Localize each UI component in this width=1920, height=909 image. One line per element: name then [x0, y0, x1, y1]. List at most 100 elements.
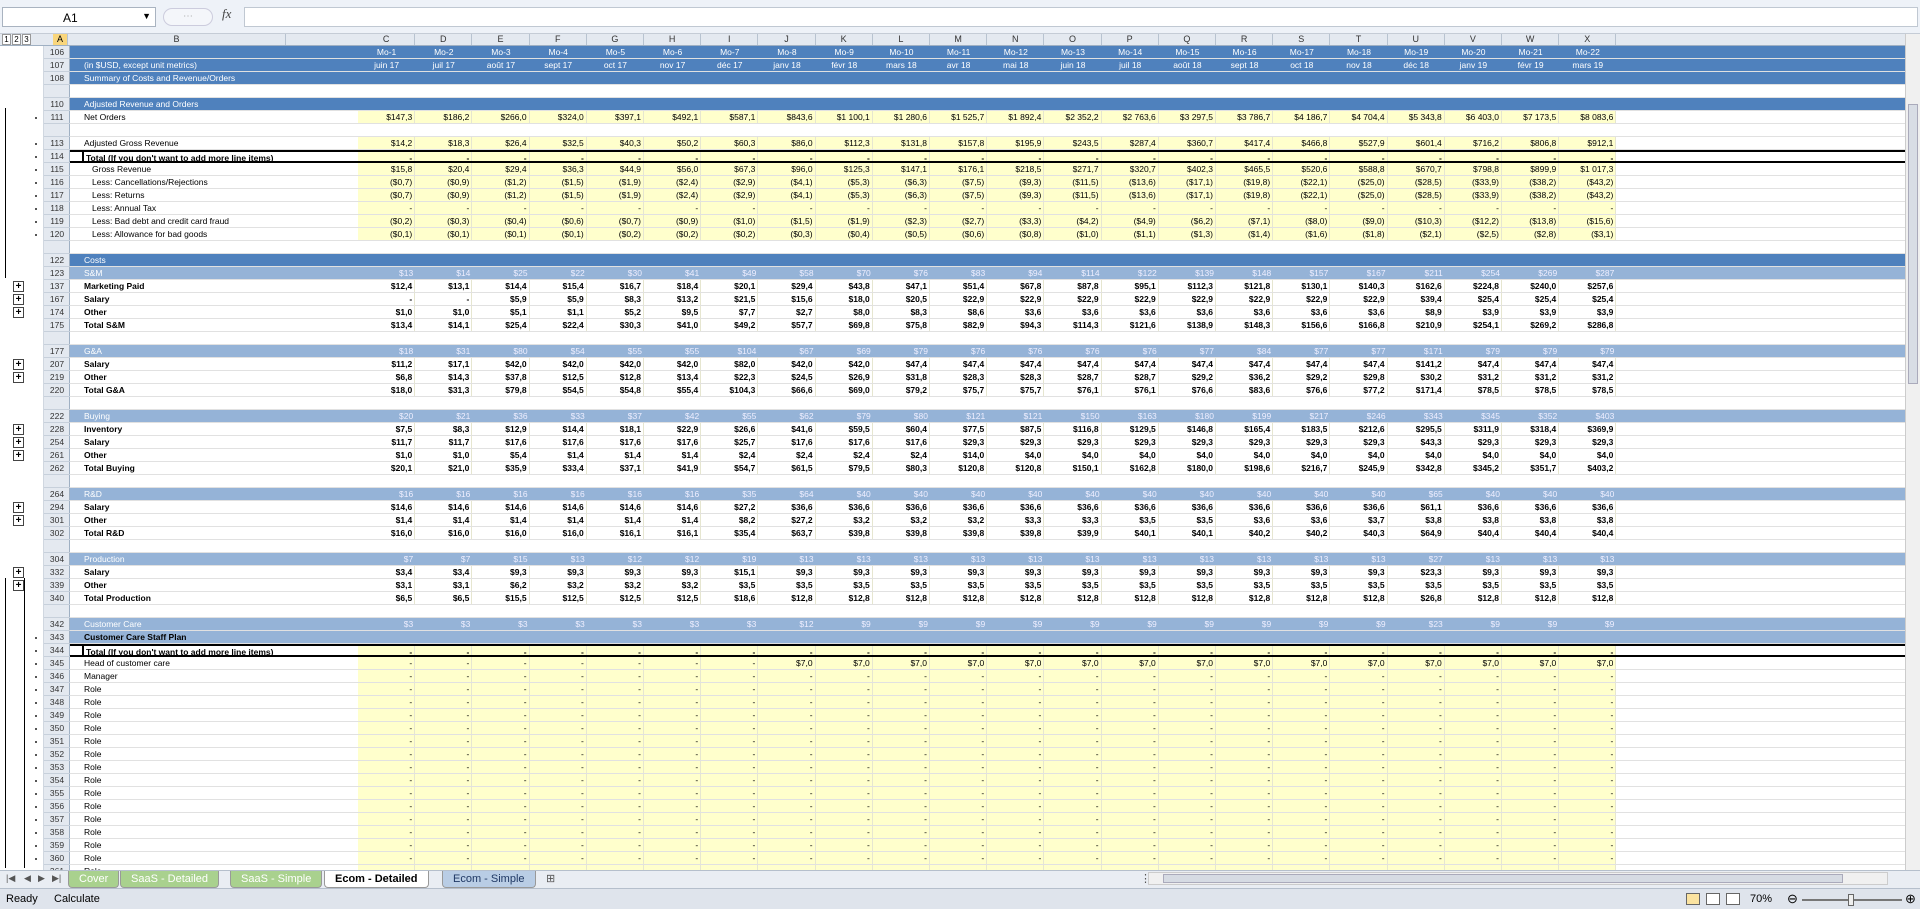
cell[interactable]: $41,6 [758, 423, 816, 435]
cell[interactable]: - [472, 657, 530, 669]
cell[interactable]: Mo-17 [1273, 46, 1330, 58]
expand-group-icon[interactable]: + [13, 450, 24, 461]
cell[interactable]: - [358, 293, 416, 305]
cell[interactable]: ($2,1) [1387, 228, 1445, 240]
cell[interactable]: - [701, 696, 759, 708]
cell[interactable]: ($19,8) [1216, 176, 1274, 188]
cell[interactable]: - [472, 202, 530, 214]
cell[interactable]: $12,8 [1559, 592, 1617, 604]
cell[interactable]: $1,4 [587, 449, 644, 461]
cell[interactable]: - [701, 813, 759, 825]
cell[interactable]: $9,3 [1559, 566, 1617, 578]
cell[interactable]: - [472, 722, 530, 734]
cell[interactable]: $28,3 [930, 371, 988, 383]
cell[interactable]: - [415, 839, 473, 851]
cell[interactable]: $75,7 [930, 384, 988, 396]
cell[interactable]: $3,9 [1559, 306, 1617, 318]
cell[interactable]: ($2,9) [701, 189, 759, 201]
column-header-f[interactable]: F [530, 34, 587, 45]
outline-level-1-button[interactable]: 1 [2, 34, 11, 45]
cell[interactable]: $112,3 [815, 137, 873, 149]
cell[interactable]: $120,8 [930, 462, 988, 474]
row-header[interactable]: 119 [44, 215, 70, 228]
cell[interactable]: - [930, 748, 988, 760]
cell[interactable]: $80,3 [873, 462, 930, 474]
cell[interactable]: $40,1 [1159, 527, 1216, 539]
cell[interactable]: $7,0 [758, 657, 816, 669]
cell[interactable]: - [472, 839, 530, 851]
cell[interactable]: $12,5 [644, 592, 702, 604]
cell[interactable]: $25,4 [1445, 293, 1502, 305]
cell[interactable]: - [701, 735, 759, 747]
cell[interactable]: - [1559, 839, 1617, 851]
cell[interactable]: - [815, 709, 873, 721]
cell[interactable]: - [701, 202, 759, 214]
cell[interactable]: - [758, 152, 816, 161]
cell[interactable]: $286,8 [1559, 319, 1617, 331]
cell[interactable]: - [586, 839, 644, 851]
row-header[interactable]: 349 [44, 709, 70, 722]
cell[interactable]: $3 [644, 618, 701, 630]
cell[interactable]: ($0,2) [644, 228, 702, 240]
cell[interactable]: ($10,3) [1387, 215, 1445, 227]
cell[interactable]: $39,8 [873, 527, 930, 539]
cell[interactable]: $62 [758, 410, 815, 422]
cell[interactable]: - [1216, 800, 1274, 812]
cell[interactable]: - [1101, 152, 1159, 161]
cell[interactable]: - [1216, 152, 1274, 161]
cell[interactable]: $13 [1273, 553, 1330, 565]
cell[interactable]: $40 [1044, 488, 1101, 500]
cell[interactable]: $76 [987, 345, 1044, 357]
page-layout-view-icon[interactable] [1706, 893, 1720, 905]
cell[interactable]: - [529, 646, 587, 655]
cell[interactable]: Mo-16 [1216, 46, 1273, 58]
cell[interactable]: $13,2 [644, 293, 702, 305]
cell[interactable]: ($1,6) [1273, 228, 1331, 240]
cell[interactable]: - [1387, 826, 1445, 838]
cell[interactable]: $47,4 [1445, 358, 1502, 370]
cell[interactable]: $3,8 [1559, 514, 1617, 526]
row-header[interactable]: 122 [44, 254, 70, 267]
cell[interactable]: ($0,9) [644, 215, 702, 227]
cell[interactable]: $3,6 [1273, 306, 1331, 318]
cell[interactable]: $79 [816, 410, 873, 422]
cell[interactable]: - [644, 670, 702, 682]
zoom-slider[interactable] [1802, 894, 1902, 906]
cell[interactable]: - [1158, 748, 1216, 760]
column-header-b[interactable]: B [68, 34, 286, 45]
cell[interactable]: - [644, 852, 702, 864]
cell[interactable]: ($0,1) [358, 228, 416, 240]
cell[interactable]: oct 17 [587, 59, 644, 71]
cell[interactable]: $183,5 [1273, 423, 1331, 435]
cell[interactable]: $40 [873, 488, 930, 500]
cell[interactable]: $18,0 [816, 293, 873, 305]
cell[interactable]: ($33,9) [1444, 189, 1502, 201]
cell[interactable]: $3,3 [987, 514, 1045, 526]
row-label[interactable]: Less: Allowance for bad goods [90, 228, 366, 240]
cell[interactable]: $147,3 [358, 111, 416, 123]
cell[interactable]: - [415, 813, 473, 825]
cell[interactable]: - [872, 152, 930, 161]
cell[interactable]: - [1559, 748, 1617, 760]
cell[interactable]: $16 [358, 488, 415, 500]
cell[interactable]: $14,6 [358, 501, 416, 513]
cell[interactable]: $345 [1445, 410, 1502, 422]
cell[interactable]: - [415, 722, 473, 734]
cell[interactable]: - [415, 657, 473, 669]
cell[interactable]: $121,8 [1216, 280, 1274, 292]
cell[interactable]: $14 [415, 267, 472, 279]
cell[interactable]: $61,5 [758, 462, 816, 474]
cell[interactable]: ($2,8) [1502, 228, 1560, 240]
row-header[interactable]: 114 [44, 150, 70, 163]
row-label[interactable]: Role [82, 696, 358, 708]
cell[interactable]: - [701, 657, 759, 669]
cell[interactable]: $180,0 [1159, 462, 1216, 474]
cell[interactable]: $40,3 [1330, 527, 1388, 539]
cell[interactable]: $4,0 [1273, 449, 1331, 461]
cell[interactable]: $55 [701, 410, 758, 422]
cell[interactable]: $65 [1388, 488, 1445, 500]
cell[interactable]: $12,8 [1102, 592, 1159, 604]
cell[interactable]: $12,8 [1044, 592, 1102, 604]
cell[interactable]: $29,3 [1216, 436, 1274, 448]
cell[interactable]: $3,5 [1559, 579, 1617, 591]
